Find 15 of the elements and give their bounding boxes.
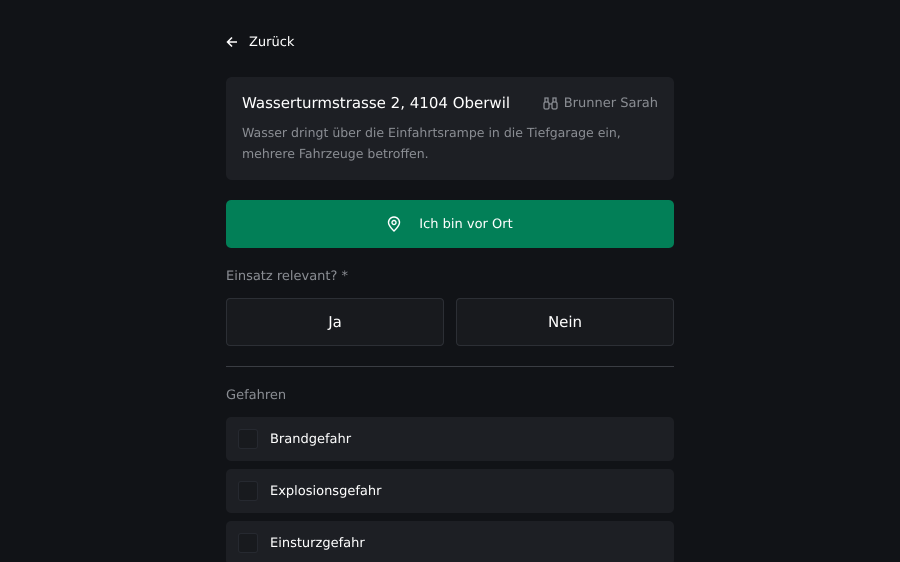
assignee-name: Brunner Sarah	[564, 96, 658, 110]
hazard-option[interactable]: Brandgefahr	[226, 417, 674, 461]
hazard-option[interactable]: Einsturzgefahr	[226, 521, 674, 562]
hazards-heading: Gefahren	[226, 388, 288, 403]
binoculars-icon	[542, 96, 558, 110]
choice-button[interactable]: Ja	[226, 298, 444, 346]
on-site-button[interactable]: Ich bin vor Ort	[226, 200, 674, 248]
arrow-left-icon	[226, 36, 238, 48]
choice-button[interactable]: Nein	[456, 298, 674, 346]
relevance-label: Einsatz relevant? *	[226, 269, 350, 284]
incident-address: Wasserturmstrasse 2, 4104 Oberwil	[242, 94, 510, 112]
location-pin-icon	[387, 216, 402, 232]
hazard-option[interactable]: Explosionsgefahr	[226, 469, 674, 513]
incident-description: Wasser dringt über die Einfahrtsrampe in die Tiefgarage ein, mehrere Fahrzeuge betroffen.	[242, 124, 622, 163]
back-link[interactable]: Zurück	[226, 33, 294, 51]
